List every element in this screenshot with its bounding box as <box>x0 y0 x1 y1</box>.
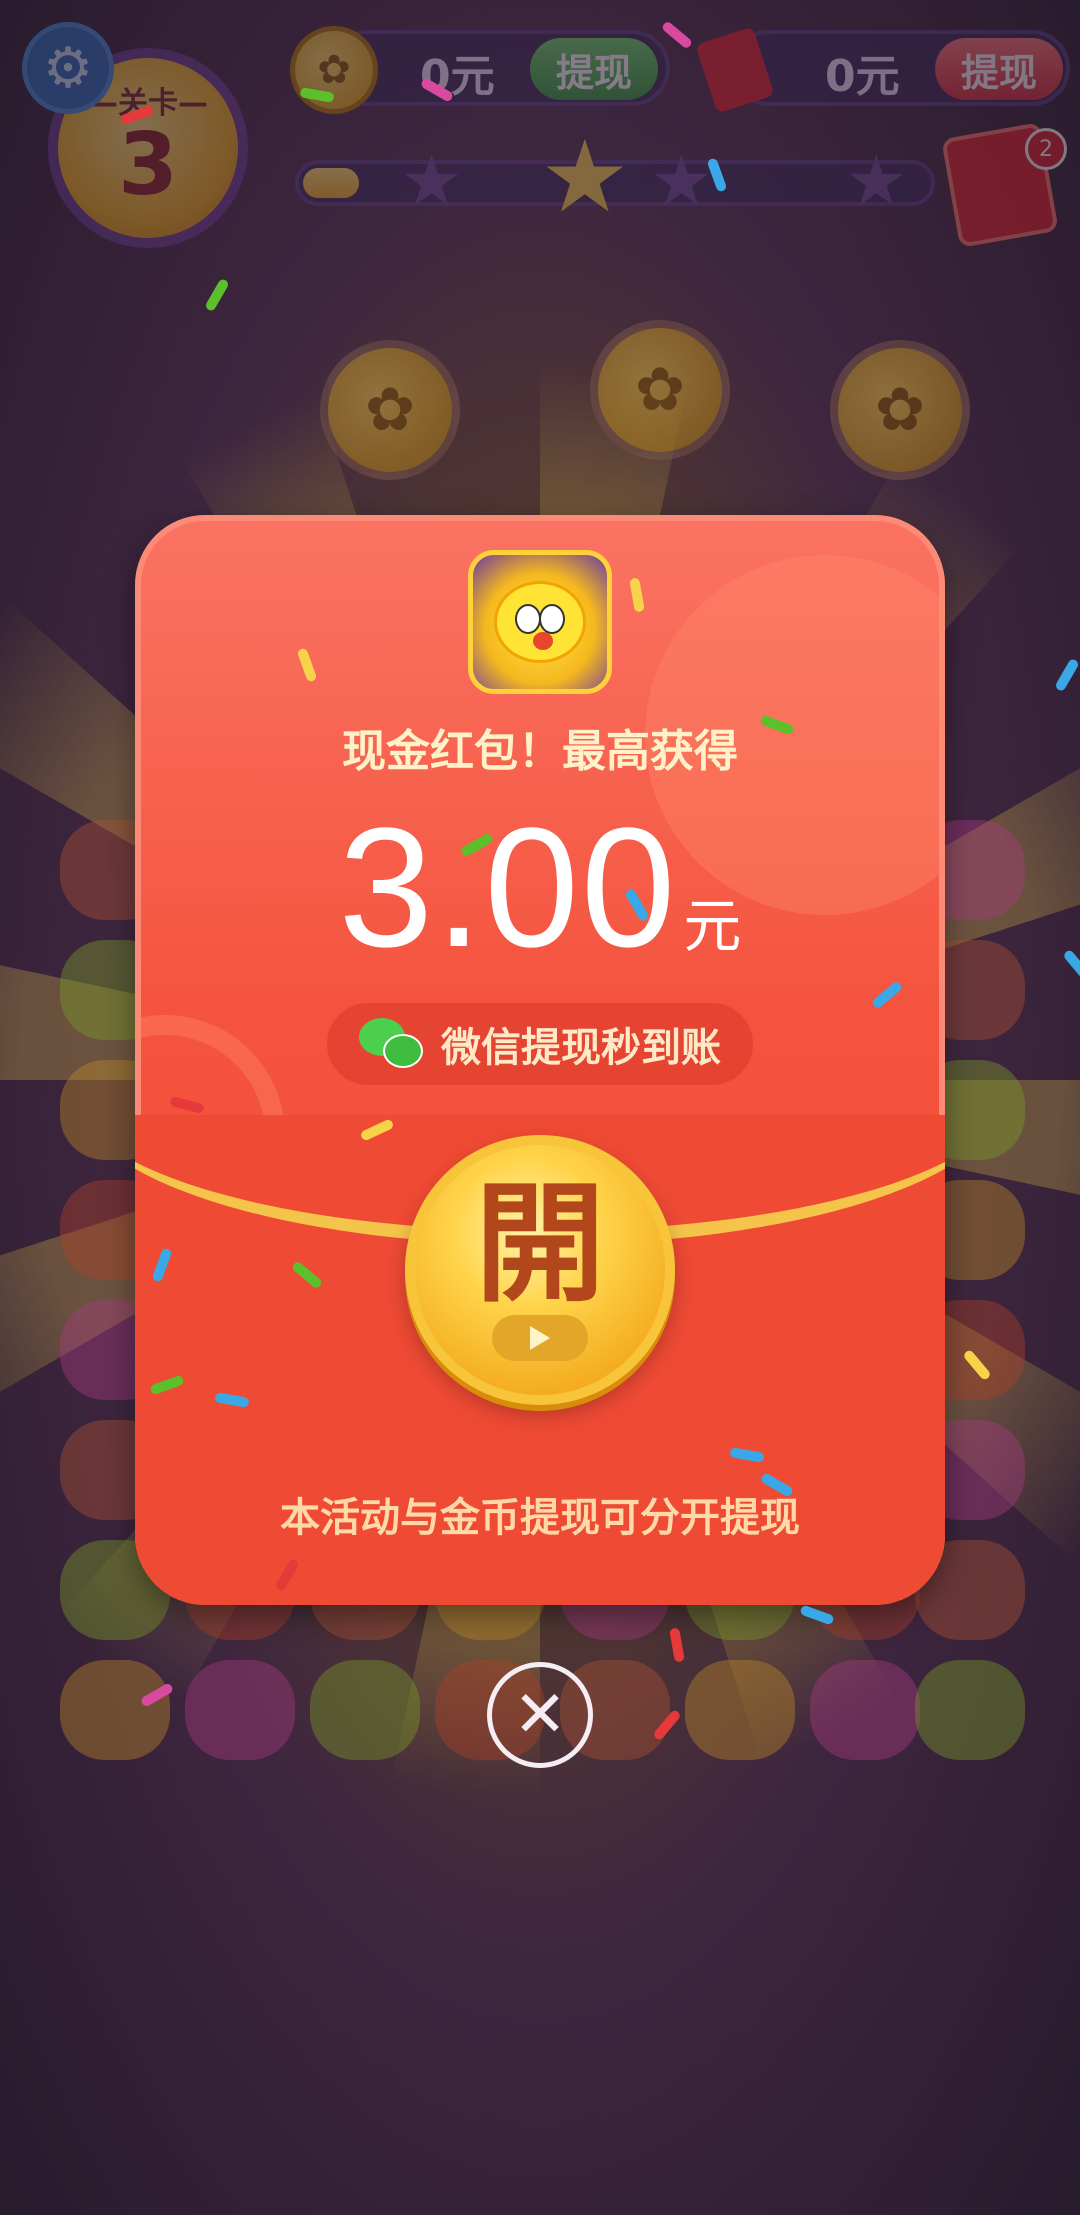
packet-headline: 现金红包！最高获得 <box>342 726 738 777</box>
chick-icon <box>494 581 586 663</box>
close-icon: ✕ <box>513 1678 567 1752</box>
play-video-icon <box>492 1315 588 1361</box>
wechat-withdraw-pill: 微信提现秒到账 <box>327 1003 753 1085</box>
app-icon <box>468 550 612 694</box>
amount-unit: 元 <box>683 894 742 959</box>
close-button[interactable]: ✕ <box>487 1662 593 1768</box>
open-label: 開 <box>474 1167 605 1320</box>
packet-amount: 3.00 元 <box>135 790 945 986</box>
amount-value: 3.00 <box>338 793 678 983</box>
red-packet-dialog: 现金红包！最高获得 3.00 元 微信提现秒到账 開 本活动与金币提现可分开提现 <box>135 515 945 1605</box>
packet-note: 本活动与金币提现可分开提现 <box>280 1495 800 1541</box>
open-packet-button[interactable]: 開 <box>405 1135 675 1405</box>
wechat-icon <box>359 1018 427 1070</box>
wechat-withdraw-text: 微信提现秒到账 <box>441 1025 721 1071</box>
